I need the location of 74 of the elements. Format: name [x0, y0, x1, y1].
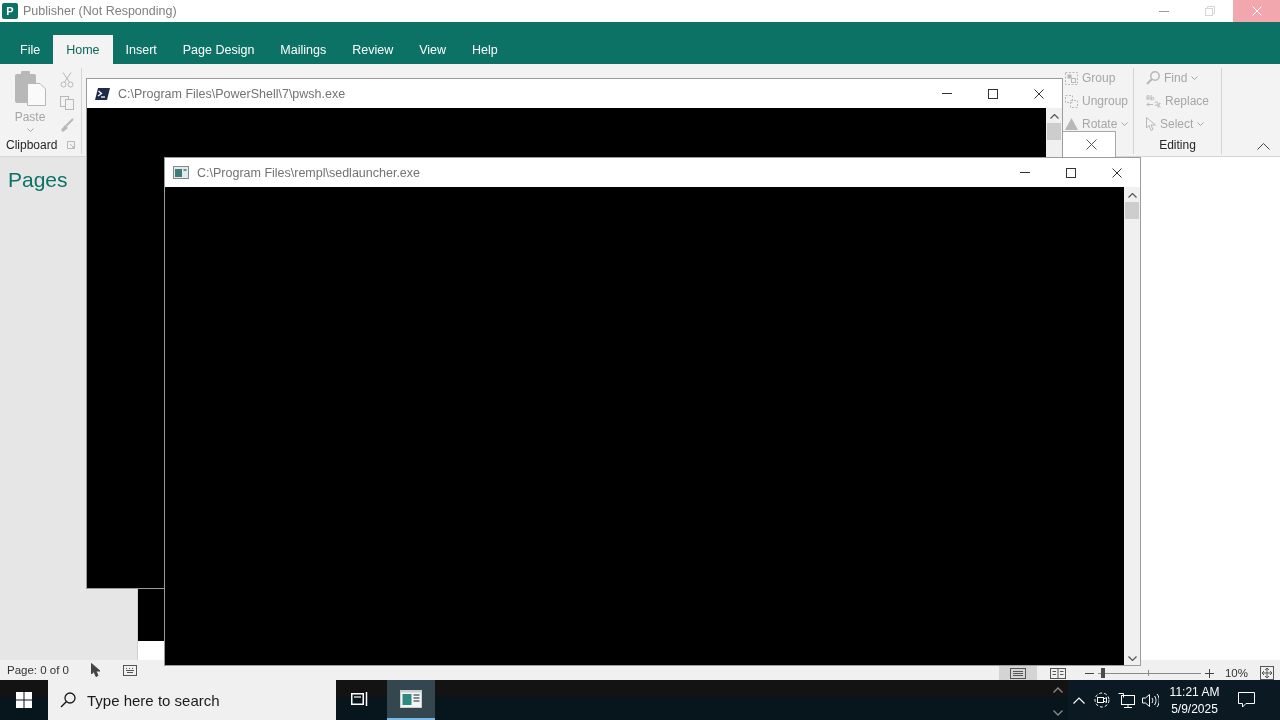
- taskbar-button[interactable]: [387, 680, 435, 720]
- ribbon-tab[interactable]: Page Design: [169, 35, 268, 64]
- single-page-view-icon: [1009, 667, 1026, 679]
- caret-down-icon: [26, 128, 34, 132]
- keyboard-icon: [123, 664, 138, 676]
- terminal-prompt-icon: [95, 87, 110, 100]
- caret-up-icon[interactable]: [1257, 143, 1270, 150]
- app-logo: P: [2, 3, 18, 19]
- view-button[interactable]: [998, 666, 1037, 680]
- chevron-up-icon: [1127, 193, 1137, 198]
- chevron-up-icon: [1049, 114, 1059, 119]
- copy-icon: [60, 96, 74, 110]
- window-title: C:\Program Files\PowerShell\7\pwsh.exe: [118, 86, 346, 101]
- search-icon: [1146, 71, 1160, 85]
- chevron-up-icon: [1073, 696, 1085, 704]
- two-page-view-icon: [1049, 667, 1066, 679]
- task-view-icon: [351, 691, 369, 707]
- caret-down-icon: [1197, 122, 1205, 126]
- panel-title: Pages: [8, 168, 68, 191]
- caret-down-icon: [1191, 76, 1199, 80]
- paintbrush-icon: [60, 118, 74, 132]
- search-icon: [60, 692, 76, 708]
- windows-logo-icon: [16, 692, 32, 708]
- window-title: C:\Program Files\rempl\sedlauncher.exe: [197, 165, 420, 180]
- slider-thumb[interactable]: [1100, 668, 1105, 678]
- ungroup-icon: [1065, 94, 1078, 108]
- chevron-down-icon[interactable]: [1053, 710, 1063, 716]
- ribbon-tab[interactable]: Help: [459, 35, 511, 64]
- maximize-icon: [988, 88, 998, 99]
- unpainted-region: [138, 589, 164, 641]
- network-icon: [1117, 692, 1135, 708]
- replace-icon: [1146, 94, 1161, 108]
- ribbon-tab[interactable]: File: [7, 35, 54, 64]
- scrollbar-thumb[interactable]: [1047, 123, 1061, 140]
- group-label: Editing: [1159, 138, 1196, 152]
- close-icon: [1251, 6, 1262, 16]
- speech-bubble-icon: [1237, 692, 1255, 708]
- ribbon-tab[interactable]: Home: [53, 35, 113, 64]
- minimize-icon: [942, 93, 952, 94]
- app-window-icon: [400, 690, 422, 708]
- video-camera-icon: [1094, 692, 1110, 708]
- zoom-level[interactable]: 10%: [1224, 667, 1248, 679]
- window-title: Publisher (Not Responding): [23, 4, 177, 18]
- scrollbar-thumb[interactable]: [1125, 202, 1139, 219]
- close-icon: [1112, 167, 1122, 178]
- console-window-icon: [173, 166, 189, 179]
- scrollbar[interactable]: [1124, 187, 1140, 665]
- ribbon-tab[interactable]: View: [406, 35, 460, 64]
- close-icon: [1086, 139, 1097, 150]
- search-bar[interactable]: Type here to search: [48, 680, 336, 720]
- chevron-down-icon: [1127, 656, 1137, 661]
- page-count: Page: 0 of 0: [6, 664, 70, 676]
- ribbon-tab[interactable]: Review: [339, 35, 407, 64]
- plus-icon[interactable]: [1204, 668, 1214, 678]
- pointer-icon: [1146, 117, 1156, 131]
- caret-down-icon: [1121, 122, 1129, 126]
- cursor-icon: [91, 663, 102, 677]
- restore-icon: [1205, 6, 1215, 16]
- scissors-icon: [60, 72, 74, 88]
- maximize-icon: [1066, 167, 1076, 178]
- chevron-up-icon[interactable]: [1053, 687, 1063, 693]
- group-icon: [1065, 71, 1078, 85]
- clipboard-icon: [14, 70, 46, 106]
- search-field[interactable]: Type here to search: [87, 689, 307, 711]
- close-icon: [1034, 88, 1044, 99]
- ribbon-tab[interactable]: Mailings: [267, 35, 340, 64]
- minus-icon[interactable]: [1084, 672, 1094, 674]
- minimize-icon: [1020, 172, 1030, 173]
- triangle-icon: [1065, 118, 1078, 130]
- ribbon-tab[interactable]: Insert: [112, 35, 170, 64]
- minimize-icon: [1159, 10, 1169, 12]
- fit-page-icon[interactable]: [1260, 666, 1274, 680]
- group-label: Clipboard: [6, 138, 58, 152]
- speaker-icon: [1141, 692, 1159, 708]
